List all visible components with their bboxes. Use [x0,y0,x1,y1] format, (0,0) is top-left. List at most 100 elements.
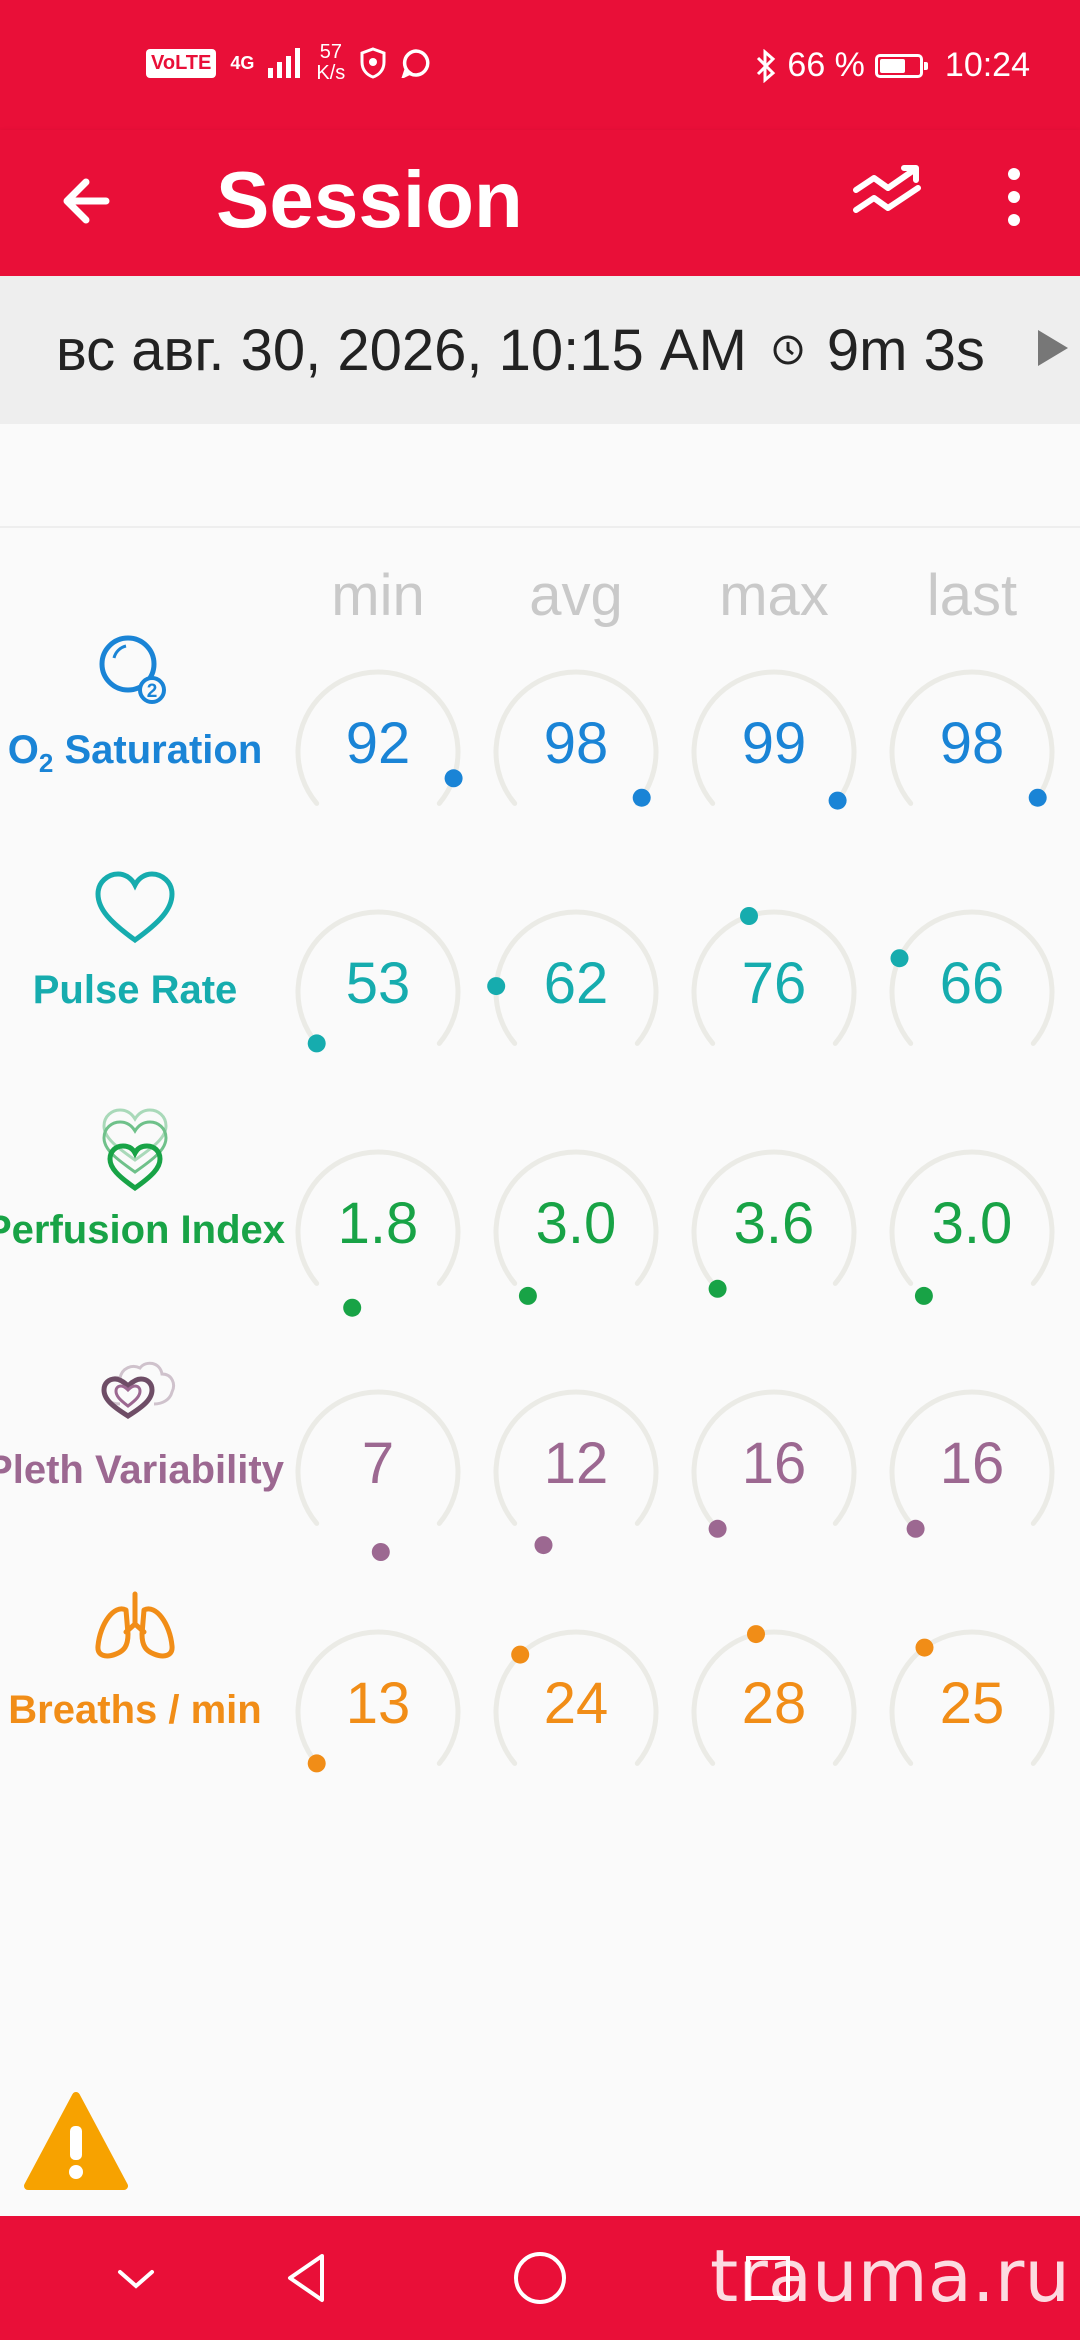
gauge-marker [708,1279,727,1298]
gauge-marker [371,1543,390,1561]
gauge-avg: 12 [486,1382,666,1562]
speed-value: 57 [319,41,342,63]
gauge-value: 76 [741,951,807,1016]
session-info-bar[interactable]: вс авг. 30, 2026, 10:15 AM 9m 3s [0,276,1080,424]
gauge-marker [906,1519,925,1538]
gauge-value: 3.6 [733,1191,815,1256]
network-speed: 57 K/s [316,42,345,84]
metric-label: Pulse Rate [32,968,238,1012]
gauge-marker [307,1034,326,1053]
metric-label: Pleth Variability [0,1448,284,1492]
gauge-marker [915,1638,934,1657]
gauge-value: 3.0 [931,1191,1013,1256]
column-header-avg: avg [529,563,623,628]
heart-icon [90,864,180,954]
gauge-last: 3.0 [882,1142,1062,1322]
gauge-min: 1.8 [288,1142,468,1322]
heart-cloud-icon [90,1344,180,1434]
gauge-min: 53 [288,902,468,1082]
play-arrow-icon[interactable] [1038,330,1068,366]
session-date: вс авг. 30, 2026, 10:15 AM [56,317,747,383]
label-rest: Saturation [53,728,263,772]
gauge-last: 16 [882,1382,1062,1562]
gauge-value: 53 [345,951,411,1016]
gauge-max: 99 [684,662,864,842]
gauge-value: 92 [345,711,411,776]
gauge-value: 13 [345,1671,411,1736]
back-arrow-icon[interactable] [54,166,124,236]
trend-chart-icon[interactable] [852,160,926,234]
gauge-last: 98 [882,662,1062,842]
gauge-value: 66 [939,951,1005,1016]
metric-row-spo2[interactable]: 2 O2 Saturation 92 98 99 98 [0,635,1080,882]
metric-label: O2 Saturation [0,728,290,779]
app-bar: Session [0,130,1080,276]
network-type: 4G [230,53,255,73]
shield-icon [360,47,386,79]
gauge-marker [914,1286,933,1305]
metric-row-pi[interactable]: Perfusion Index 1.8 3.0 3.6 3.0 [0,1108,1080,1362]
column-header-max: max [719,563,829,628]
metric-label: Breaths / min [8,1688,262,1732]
lungs-icon [90,1584,180,1674]
gauge-value: 62 [543,951,609,1016]
gauge-value: 99 [741,711,807,776]
gauge-value: 3.0 [535,1191,617,1256]
gauge-min: 7 [288,1382,468,1562]
metric-row-pvi[interactable]: Pleth Variability 7 12 16 16 [0,1361,1080,1602]
back-triangle-icon[interactable] [276,2246,340,2310]
gauge-value: 28 [741,1671,807,1736]
gauge-max: 76 [684,902,864,1082]
more-vertical-icon[interactable] [990,160,1038,234]
column-header-min: min [331,563,425,628]
label-subscript: 2 [38,748,54,778]
gauge-marker [307,1754,326,1773]
gauge-marker [511,1645,530,1664]
gauge-value: 12 [543,1431,609,1496]
gauge-avg: 98 [486,662,666,842]
volte-indicator: VoLTE [146,48,217,78]
gauge-value: 25 [939,1671,1005,1736]
bluetooth-icon [757,48,776,83]
session-duration: 9m 3s [826,317,985,383]
clock-time: 10:24 [944,46,1030,84]
gauge-min: 13 [288,1622,468,1802]
chat-icon [401,49,430,78]
gauge-avg: 3.0 [486,1142,666,1322]
clock-icon [773,335,803,365]
gauge-marker [740,907,758,925]
divider [0,526,1080,528]
chevron-down-icon[interactable] [104,2246,168,2310]
gauge-value: 98 [939,711,1005,776]
gauge-marker [828,791,847,810]
gauge-marker [708,1519,727,1538]
label-main: O [7,728,39,772]
metric-row-rr[interactable]: Breaths / min 13 24 28 25 [0,1591,1080,1842]
battery-percent: 66 % [787,46,865,84]
battery-level [879,58,905,73]
column-header-last: last [926,563,1018,628]
gauge-avg: 62 [486,902,666,1082]
gauge-value: 98 [543,711,609,776]
metric-label: Perfusion Index [0,1208,286,1252]
gauge-marker [632,788,651,807]
warning-triangle-icon[interactable] [24,2090,128,2194]
gauge-max: 28 [684,1622,864,1802]
gauge-marker [1028,788,1047,807]
signal-icon [268,48,301,78]
o2-bubble-icon: 2 [90,624,180,714]
gauge-last: 25 [882,1622,1062,1802]
gauge-value: 16 [939,1431,1005,1496]
gauge-marker [518,1286,537,1305]
watermark: trauma.ru [710,2234,1070,2318]
battery-icon [874,53,928,78]
gauge-marker [747,1625,765,1644]
gauge-value: 7 [361,1431,395,1496]
gauge-max: 16 [684,1382,864,1562]
home-circle-icon[interactable] [508,2246,572,2310]
stacked-hearts-icon [90,1104,180,1194]
gauge-marker [534,1536,553,1555]
svg-text:2: 2 [147,681,158,702]
gauge-marker [343,1298,362,1317]
metric-row-pulse[interactable]: Pulse Rate 53 62 76 66 [0,871,1080,1122]
